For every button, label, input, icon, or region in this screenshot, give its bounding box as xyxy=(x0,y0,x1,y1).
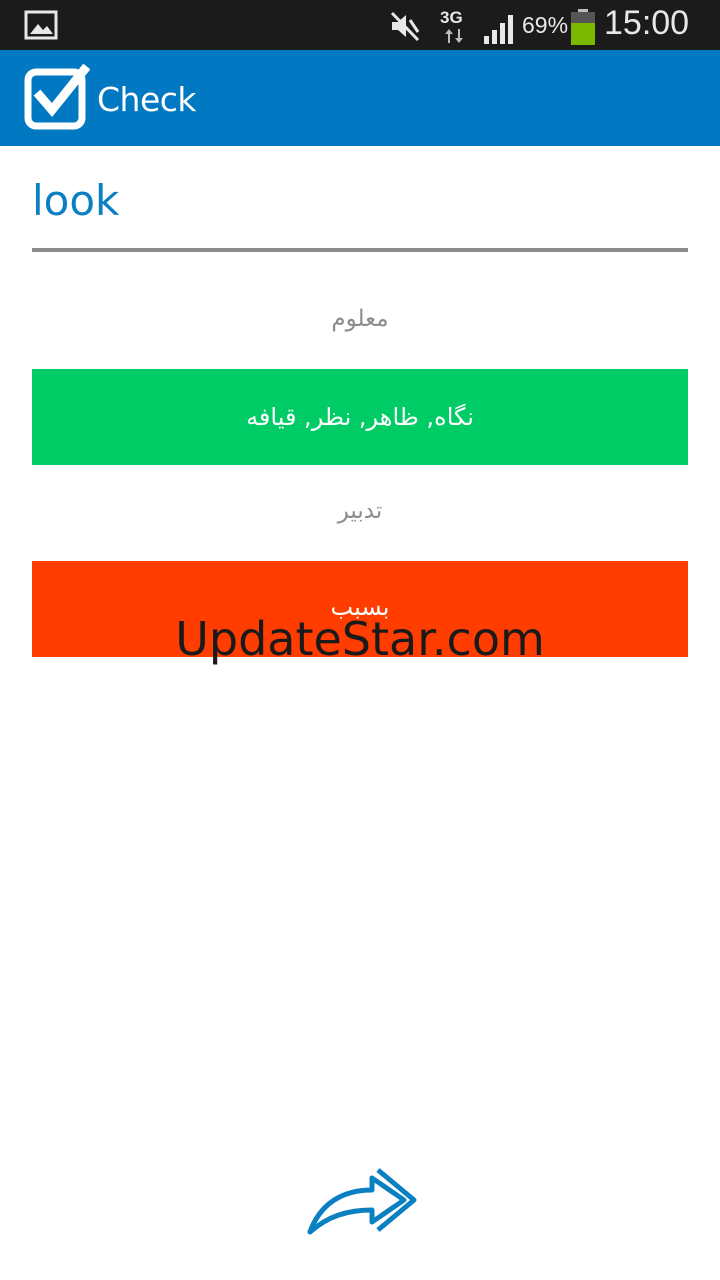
battery-icon xyxy=(570,9,596,49)
action-bar: Check xyxy=(0,50,720,146)
gallery-icon xyxy=(24,10,58,44)
option-label: تدبیر xyxy=(337,498,383,524)
status-bar: 3G 69% 15:00 xyxy=(0,0,720,50)
forward-arrow-icon xyxy=(302,1168,420,1244)
answer-button-wrong[interactable]: بسبب xyxy=(32,561,688,657)
app-screen: 3G 69% 15:00 Check look معلوم نگاه, ظاهر… xyxy=(0,0,720,1280)
question-word: look xyxy=(32,176,120,225)
data-arrows-icon xyxy=(444,28,464,47)
app-title: Check xyxy=(97,80,197,119)
battery-percent: 69% xyxy=(522,12,569,38)
clock: 15:00 xyxy=(604,4,690,42)
signal-icon xyxy=(482,10,518,48)
mute-icon xyxy=(388,10,422,46)
checkbox-check-icon xyxy=(24,63,91,134)
network-type: 3G xyxy=(440,8,463,27)
answer-button-correct[interactable]: نگاه, ظاهر, نظر, قیافه xyxy=(32,369,688,465)
next-button[interactable] xyxy=(302,1160,420,1240)
word-divider xyxy=(32,248,688,252)
option-label: معلوم xyxy=(331,306,389,332)
